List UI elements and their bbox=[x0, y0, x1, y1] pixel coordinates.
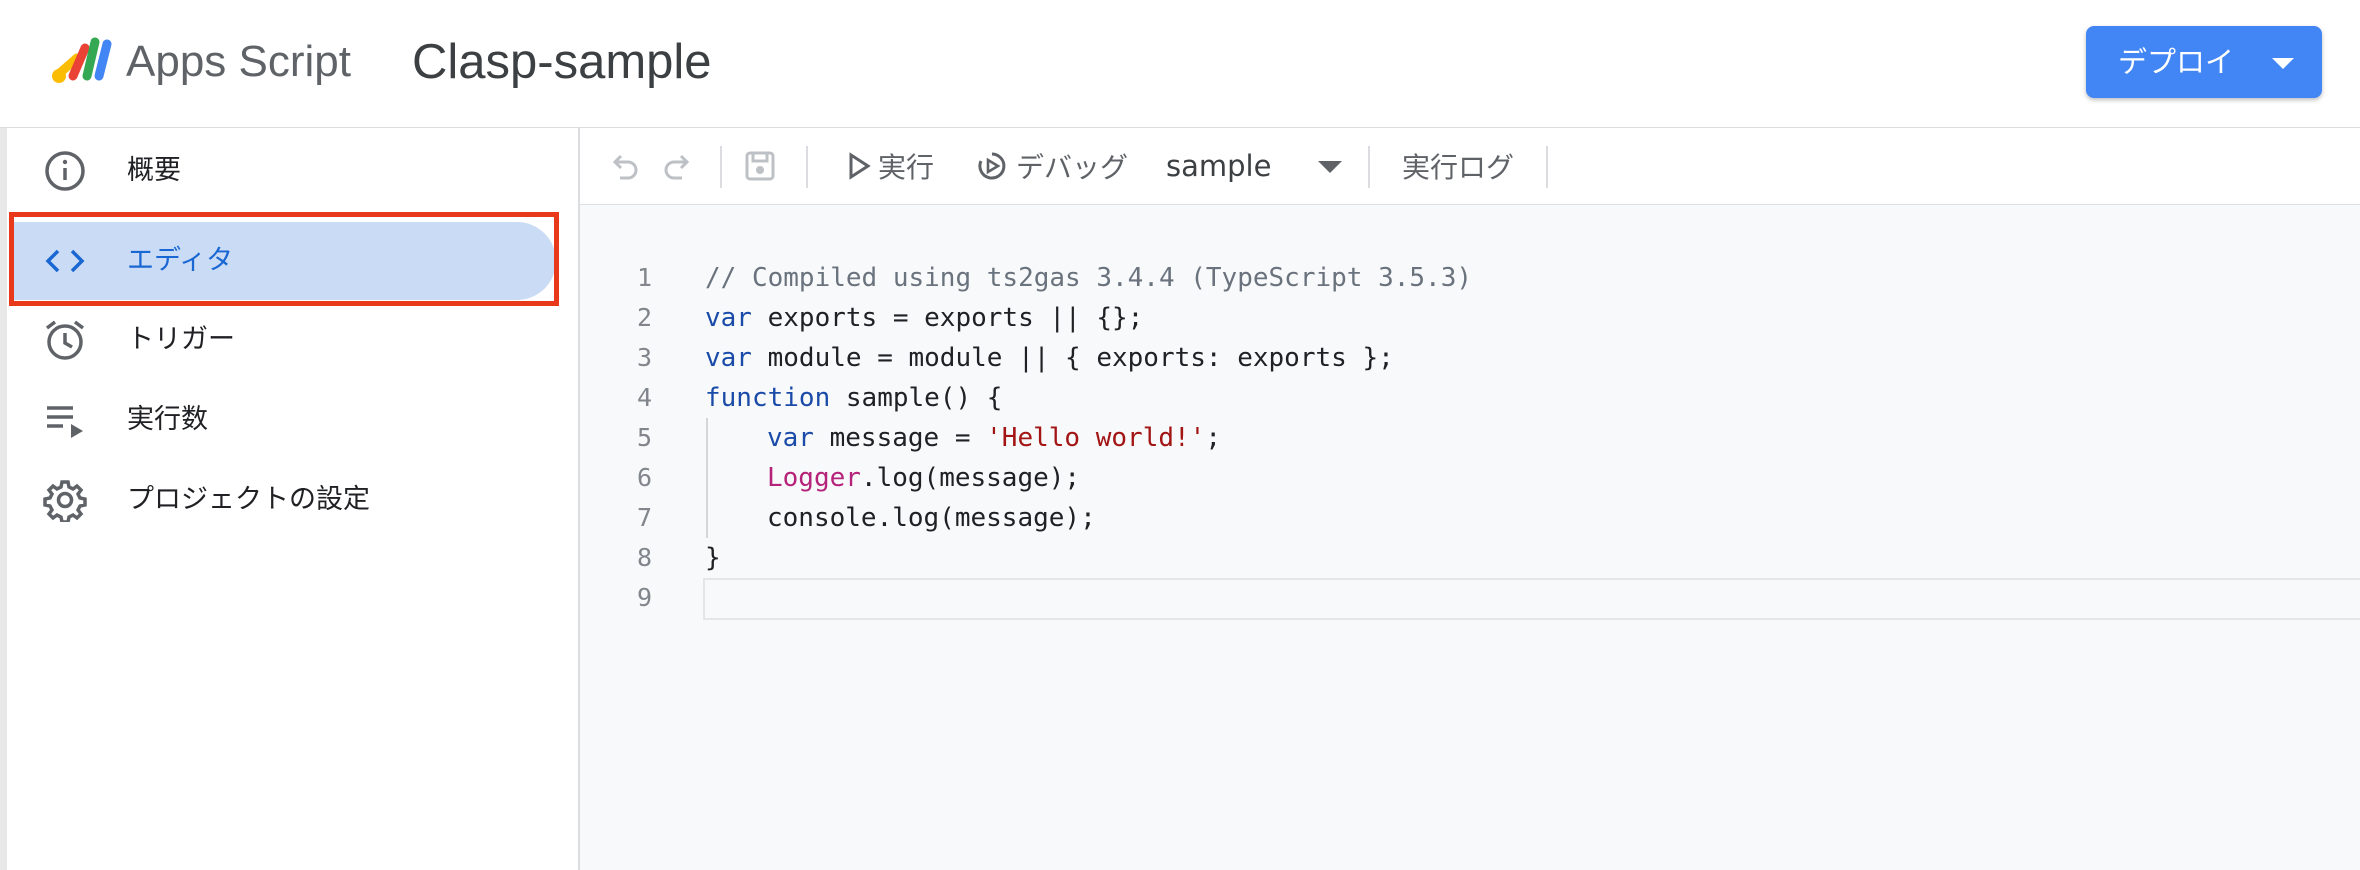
code-keyword: var bbox=[705, 343, 752, 373]
undo-icon bbox=[612, 154, 638, 180]
code-plain: ; bbox=[1205, 423, 1221, 453]
sidebar-item-label: 実行数 bbox=[127, 404, 208, 435]
code-line: 7 console.log(message); bbox=[580, 498, 2360, 538]
undo-button[interactable] bbox=[606, 142, 642, 190]
execution-log-button[interactable]: 実行ログ bbox=[1402, 142, 1514, 190]
line-number: 3 bbox=[636, 343, 652, 372]
indent-guide bbox=[706, 498, 708, 538]
toolbar-divider bbox=[806, 146, 808, 188]
chevron-down-icon[interactable] bbox=[2272, 58, 2294, 69]
code-editor[interactable]: 1 // Compiled using ts2gas 3.4.4 (TypeSc… bbox=[580, 205, 2360, 870]
toolbar-divider bbox=[1546, 146, 1548, 188]
gear-icon bbox=[43, 480, 87, 522]
current-line-highlight bbox=[703, 578, 2360, 620]
code-comment: // Compiled using ts2gas 3.4.4 (TypeScri… bbox=[705, 263, 1473, 293]
code-class: Logger bbox=[767, 463, 861, 493]
code-line: 2 var exports = exports || {}; bbox=[580, 298, 2360, 338]
debug-label: デバッグ bbox=[1016, 151, 1129, 184]
code-line: 8 } bbox=[580, 538, 2360, 578]
redo-button[interactable] bbox=[660, 142, 696, 190]
toolbar-divider bbox=[1368, 146, 1370, 188]
sidebar-item-triggers[interactable]: トリガー bbox=[7, 301, 557, 379]
debug-icon bbox=[978, 152, 1006, 180]
code-line-current[interactable]: 9 bbox=[580, 578, 2360, 620]
code-text: // Compiled using ts2gas 3.4.4 (TypeScri… bbox=[705, 258, 1472, 298]
save-button[interactable] bbox=[742, 142, 778, 190]
code-text: var exports = exports || {}; bbox=[705, 298, 1143, 338]
deploy-button[interactable]: デプロイ bbox=[2086, 26, 2322, 98]
code-string: 'Hello world!' bbox=[986, 423, 1206, 453]
indent-guide bbox=[706, 418, 708, 458]
editor-toolbar: 実行 デバッグ sample 実行ログ bbox=[580, 128, 2360, 205]
line-number: 7 bbox=[636, 503, 652, 532]
line-number: 2 bbox=[636, 303, 652, 332]
executions-icon bbox=[47, 406, 83, 438]
function-select-value: sample bbox=[1166, 149, 1272, 183]
app-name: Apps Script bbox=[126, 37, 351, 86]
sidebar-item-label: プロジェクトの設定 bbox=[127, 484, 370, 515]
sidebar-item-overview[interactable]: 概要 bbox=[7, 132, 557, 210]
sidebar-item-label: エディタ bbox=[127, 245, 234, 276]
code-line: 5 var message = 'Hello world!'; bbox=[580, 418, 2360, 458]
line-number: 4 bbox=[636, 383, 652, 412]
redo-icon bbox=[664, 154, 690, 180]
save-icon bbox=[745, 151, 775, 181]
chevron-down-icon[interactable] bbox=[1318, 161, 1342, 173]
code-plain: console.log(message); bbox=[767, 503, 1096, 533]
sidebar-item-label: 概要 bbox=[127, 155, 181, 186]
code-text: function sample() { bbox=[705, 378, 1002, 418]
line-number: 8 bbox=[636, 543, 652, 572]
app-header: Apps Script Clasp-sample デプロイ bbox=[0, 0, 2360, 128]
info-icon bbox=[45, 151, 85, 191]
play-icon bbox=[849, 152, 871, 180]
code-text: Logger.log(message); bbox=[767, 458, 1080, 498]
sidebar-item-editor[interactable]: エディタ bbox=[11, 222, 556, 300]
run-label: 実行 bbox=[878, 151, 935, 184]
apps-script-logo-icon bbox=[52, 37, 112, 83]
run-button[interactable]: 実行 bbox=[846, 142, 934, 190]
project-title[interactable]: Clasp-sample bbox=[412, 32, 712, 92]
sidebar-item-executions[interactable]: 実行数 bbox=[7, 381, 557, 459]
code-plain: exports = exports || {}; bbox=[751, 303, 1144, 333]
code-plain: } bbox=[705, 543, 721, 573]
code-plain: message = bbox=[813, 423, 987, 453]
code-text: var message = 'Hello world!'; bbox=[767, 418, 1221, 458]
code-line: 6 Logger.log(message); bbox=[580, 458, 2360, 498]
indent-guide bbox=[706, 458, 708, 498]
code-line: 1 // Compiled using ts2gas 3.4.4 (TypeSc… bbox=[580, 258, 2360, 298]
code-lines: 1 // Compiled using ts2gas 3.4.4 (TypeSc… bbox=[580, 258, 2360, 620]
line-number: 1 bbox=[636, 263, 652, 292]
sidebar-item-label: トリガー bbox=[127, 324, 235, 355]
code-line: 3 var module = module || { exports: expo… bbox=[580, 338, 2360, 378]
line-number: 9 bbox=[636, 583, 652, 612]
toolbar-divider bbox=[720, 146, 722, 188]
code-text: var module = module || { exports: export… bbox=[705, 338, 1394, 378]
code-keyword: var bbox=[767, 423, 814, 453]
line-number: 6 bbox=[636, 463, 652, 492]
code-line: 4 function sample() { bbox=[580, 378, 2360, 418]
deploy-label: デプロイ bbox=[2118, 45, 2235, 79]
line-number: 5 bbox=[636, 423, 652, 452]
code-keyword: function bbox=[705, 383, 831, 413]
code-text: } bbox=[705, 538, 721, 578]
code-plain: sample() { bbox=[830, 383, 1003, 413]
code-text: console.log(message); bbox=[767, 498, 1096, 538]
sidebar-item-project-settings[interactable]: プロジェクトの設定 bbox=[7, 461, 557, 539]
execution-log-label: 実行ログ bbox=[1402, 151, 1515, 184]
code-icon bbox=[45, 249, 85, 273]
code-plain: module = module || { exports: exports }; bbox=[751, 343, 1394, 373]
code-keyword: var bbox=[705, 303, 752, 333]
sidebar: 概要 エディタ トリガー 実行数 プロジェクトの設定 bbox=[7, 128, 580, 870]
function-select[interactable]: sample bbox=[1166, 142, 1366, 190]
code-plain: .log(message); bbox=[860, 463, 1081, 493]
debug-button[interactable]: デバッグ bbox=[976, 142, 1128, 190]
alarm-icon bbox=[45, 320, 85, 360]
left-window-edge bbox=[0, 0, 7, 870]
